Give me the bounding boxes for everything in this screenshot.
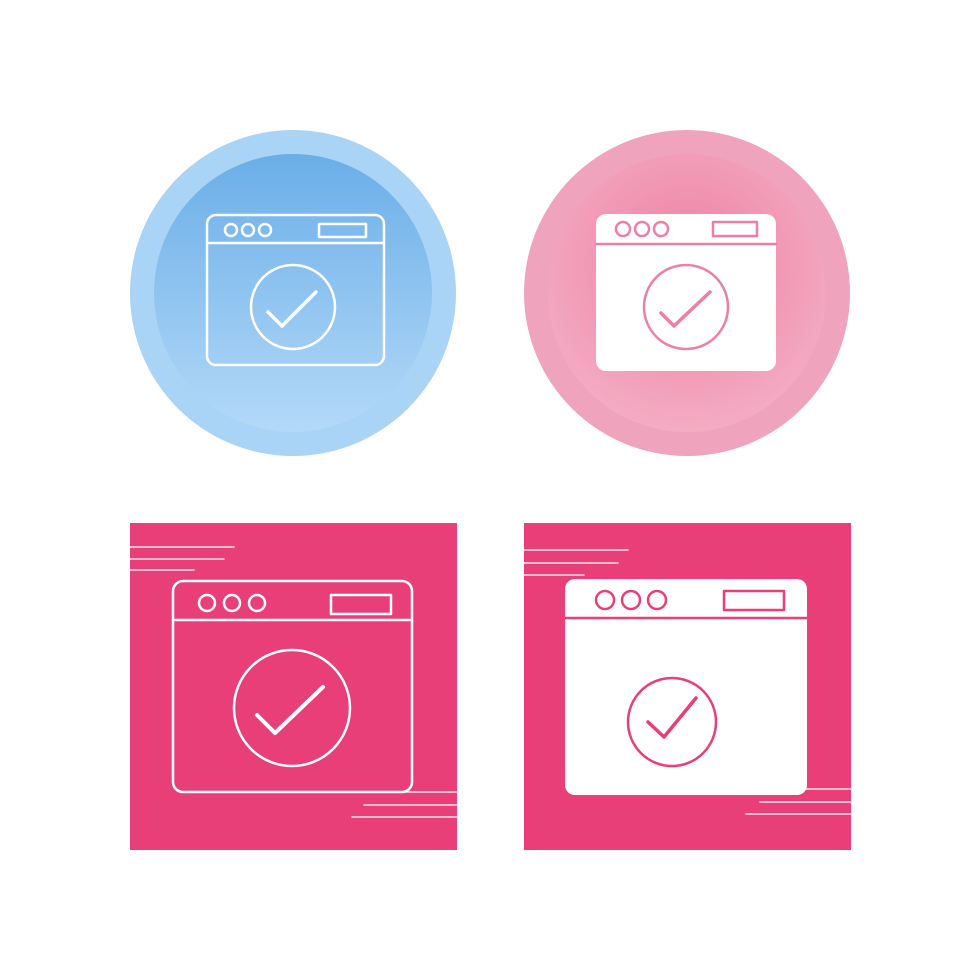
square-background — [130, 523, 457, 850]
pink-circle-glyph-icon-tile — [524, 130, 850, 456]
window-frame — [596, 214, 776, 371]
icon-set-canvas: { "icon_set": { "subject": "browser-wind… — [0, 0, 980, 980]
blue-circle-line-icon-tile — [130, 130, 456, 456]
browser-check-icon — [524, 130, 850, 456]
browser-check-icon — [130, 523, 457, 850]
pink-square-glyph-icon-tile — [524, 523, 851, 850]
pink-square-line-icon-tile — [130, 523, 457, 850]
browser-check-icon — [524, 523, 851, 850]
browser-check-icon — [130, 130, 456, 456]
inner-disc — [154, 154, 432, 432]
